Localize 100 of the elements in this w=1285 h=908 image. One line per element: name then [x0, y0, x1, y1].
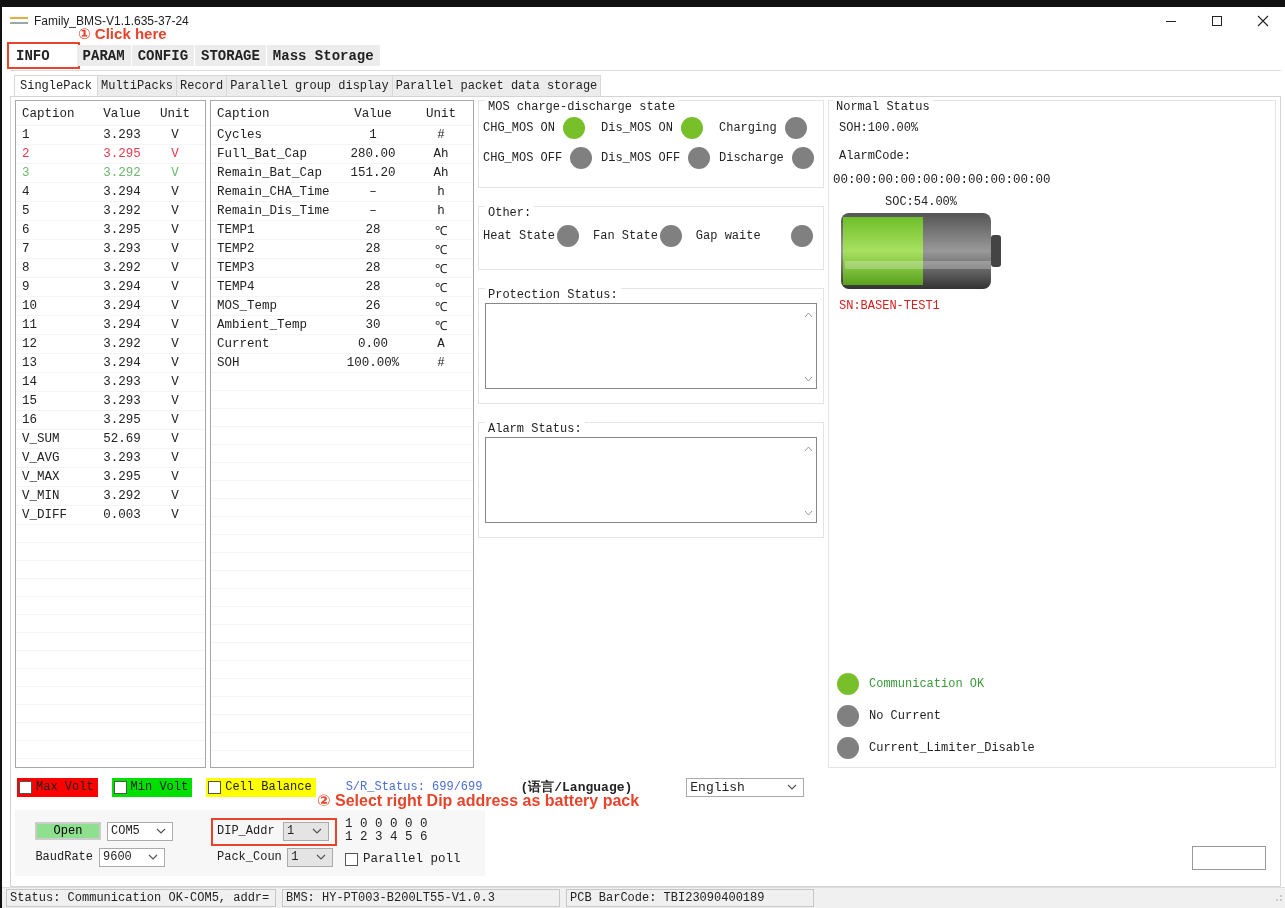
table-cell-text: V [170, 508, 180, 522]
table-cell-text: 2 [22, 147, 31, 161]
table-cell-text: TEMP3 [217, 261, 256, 275]
field-label: BaudRate [34, 850, 93, 864]
table-cell-text: 3.293 [102, 128, 142, 142]
status-label: Discharge [719, 151, 784, 165]
table-cell-text: V [170, 166, 180, 180]
table-cell-text: Current [217, 337, 271, 351]
table-cell-text: 0.00 [357, 337, 389, 351]
table-cell-text: V [170, 451, 180, 465]
table-cell-text: 3.293 [102, 375, 142, 389]
dropdown[interactable]: English [686, 777, 805, 797]
table-cell-text: 3.295 [102, 413, 142, 427]
alarm-code: 00:00:00:00:00:00:00:00:00:00 [833, 173, 1052, 187]
table-cell-text: ℃ [434, 261, 448, 277]
table-cell-text: 10 [22, 299, 38, 313]
table-cell-text: 26 [364, 299, 382, 313]
table-cell-text: 7 [22, 242, 31, 256]
table-cell-text: 1 [22, 128, 31, 142]
maximize-icon [1211, 15, 1223, 27]
tab[interactable]: PARAM [76, 45, 132, 66]
table-cell-text: V_AVG [22, 451, 61, 465]
status-label: Communication OK [869, 677, 985, 691]
table-cell-text: 3.295 [102, 223, 142, 237]
status-label: No Current [869, 709, 941, 723]
table-cell-text: 151.20 [349, 166, 397, 180]
open-button[interactable]: Open [35, 822, 101, 840]
app-icon [10, 17, 28, 25]
table-cell-text: Cycles [217, 128, 263, 142]
table-cell-text: V [170, 432, 180, 446]
table-cell-text: 28 [364, 261, 382, 275]
group-title: MOS charge-discharge state [485, 100, 679, 114]
tab[interactable]: SinglePack [14, 75, 98, 96]
table-cell-text: 3.293 [102, 242, 142, 256]
table-cell-text: 6 [22, 223, 31, 237]
tab[interactable]: Parallel group display [226, 75, 393, 96]
table-cell-text: V [170, 223, 180, 237]
column-header: Value [102, 107, 142, 121]
caret-icon [312, 828, 322, 834]
table-cell-text: ℃ [434, 318, 448, 334]
table-cell-text: 4 [22, 185, 31, 199]
status-label: Fan State [593, 229, 658, 243]
tab[interactable]: Record [176, 75, 228, 96]
checkbox[interactable]: Parallel poll [345, 852, 461, 866]
table-cell-text: Remain_CHA_Time [217, 185, 331, 199]
dip-positions: 1 2 3 4 5 6 [345, 831, 428, 844]
status-pane: BMS: HY-PT003-B200LT55-V1.0.3 [282, 889, 560, 907]
text-area[interactable] [485, 303, 817, 389]
table-cell-text: # [436, 356, 446, 370]
tab[interactable]: Parallel packet data storage [391, 75, 602, 96]
caret-icon [316, 854, 326, 860]
table-cell-text: 3.295 [102, 147, 142, 161]
table-cell-text: h [436, 185, 446, 199]
tab[interactable]: Mass Storage [266, 45, 381, 66]
dropdown[interactable]: 9600 [99, 847, 165, 867]
table-cell-text: 11 [22, 318, 38, 332]
table-cell-text: Remain_Bat_Cap [217, 166, 324, 180]
table-cell-text: V [170, 318, 180, 332]
table-cell-text: V_MAX [22, 470, 61, 484]
table-cell-text: 1 [368, 128, 378, 142]
table-cell-text: – [368, 204, 378, 218]
table-cell-text: 3.293 [102, 394, 142, 408]
column-header: Value [353, 107, 393, 121]
table-cell-text: V [170, 185, 180, 199]
table-cell-text: # [436, 128, 446, 142]
table-cell-text: 5 [22, 204, 31, 218]
alarm-code-label: AlarmCode: [839, 149, 912, 163]
caret-icon [787, 784, 798, 790]
column-header: Unit [425, 107, 457, 121]
table-cell-text: V [170, 128, 180, 142]
scroll-down-icon [803, 376, 813, 382]
dropdown[interactable]: 1 [287, 847, 333, 867]
table-cell-text: ℃ [434, 299, 448, 315]
column-header: Caption [217, 107, 271, 121]
dropdown[interactable]: COM5 [107, 821, 173, 841]
table-cell-text: V [170, 299, 180, 313]
caret-icon [156, 828, 166, 834]
column-header: Unit [159, 107, 191, 121]
text-area[interactable] [485, 437, 817, 523]
table-cell-text: V [170, 204, 180, 218]
table-cell-text: TEMP4 [217, 280, 256, 294]
table-cell-text: 16 [22, 413, 38, 427]
table-cell-text: 3.295 [102, 470, 142, 484]
tab[interactable]: STORAGE [195, 45, 267, 66]
legend-checkbox[interactable]: Cell Balance [206, 777, 316, 797]
status-label: Heat State [483, 229, 555, 243]
table-cell-text: 3.292 [102, 166, 142, 180]
legend-checkbox[interactable]: Min Volt [111, 777, 193, 797]
legend-checkbox[interactable]: Max Volt [17, 777, 98, 797]
tab[interactable]: MultiPacks [97, 75, 178, 96]
table-cell-text: A [436, 337, 446, 351]
input-field[interactable] [1192, 846, 1266, 870]
status-label: CHG_MOS OFF [483, 151, 563, 165]
table-cell-text: 12 [22, 337, 38, 351]
table-cell-text: 3.293 [102, 451, 142, 465]
dropdown[interactable]: 1 [283, 821, 329, 841]
table-cell-text: V [170, 261, 180, 275]
table-cell-text: 3.292 [102, 489, 142, 503]
tab[interactable]: CONFIG [131, 45, 196, 66]
scroll-up-icon [803, 312, 813, 318]
